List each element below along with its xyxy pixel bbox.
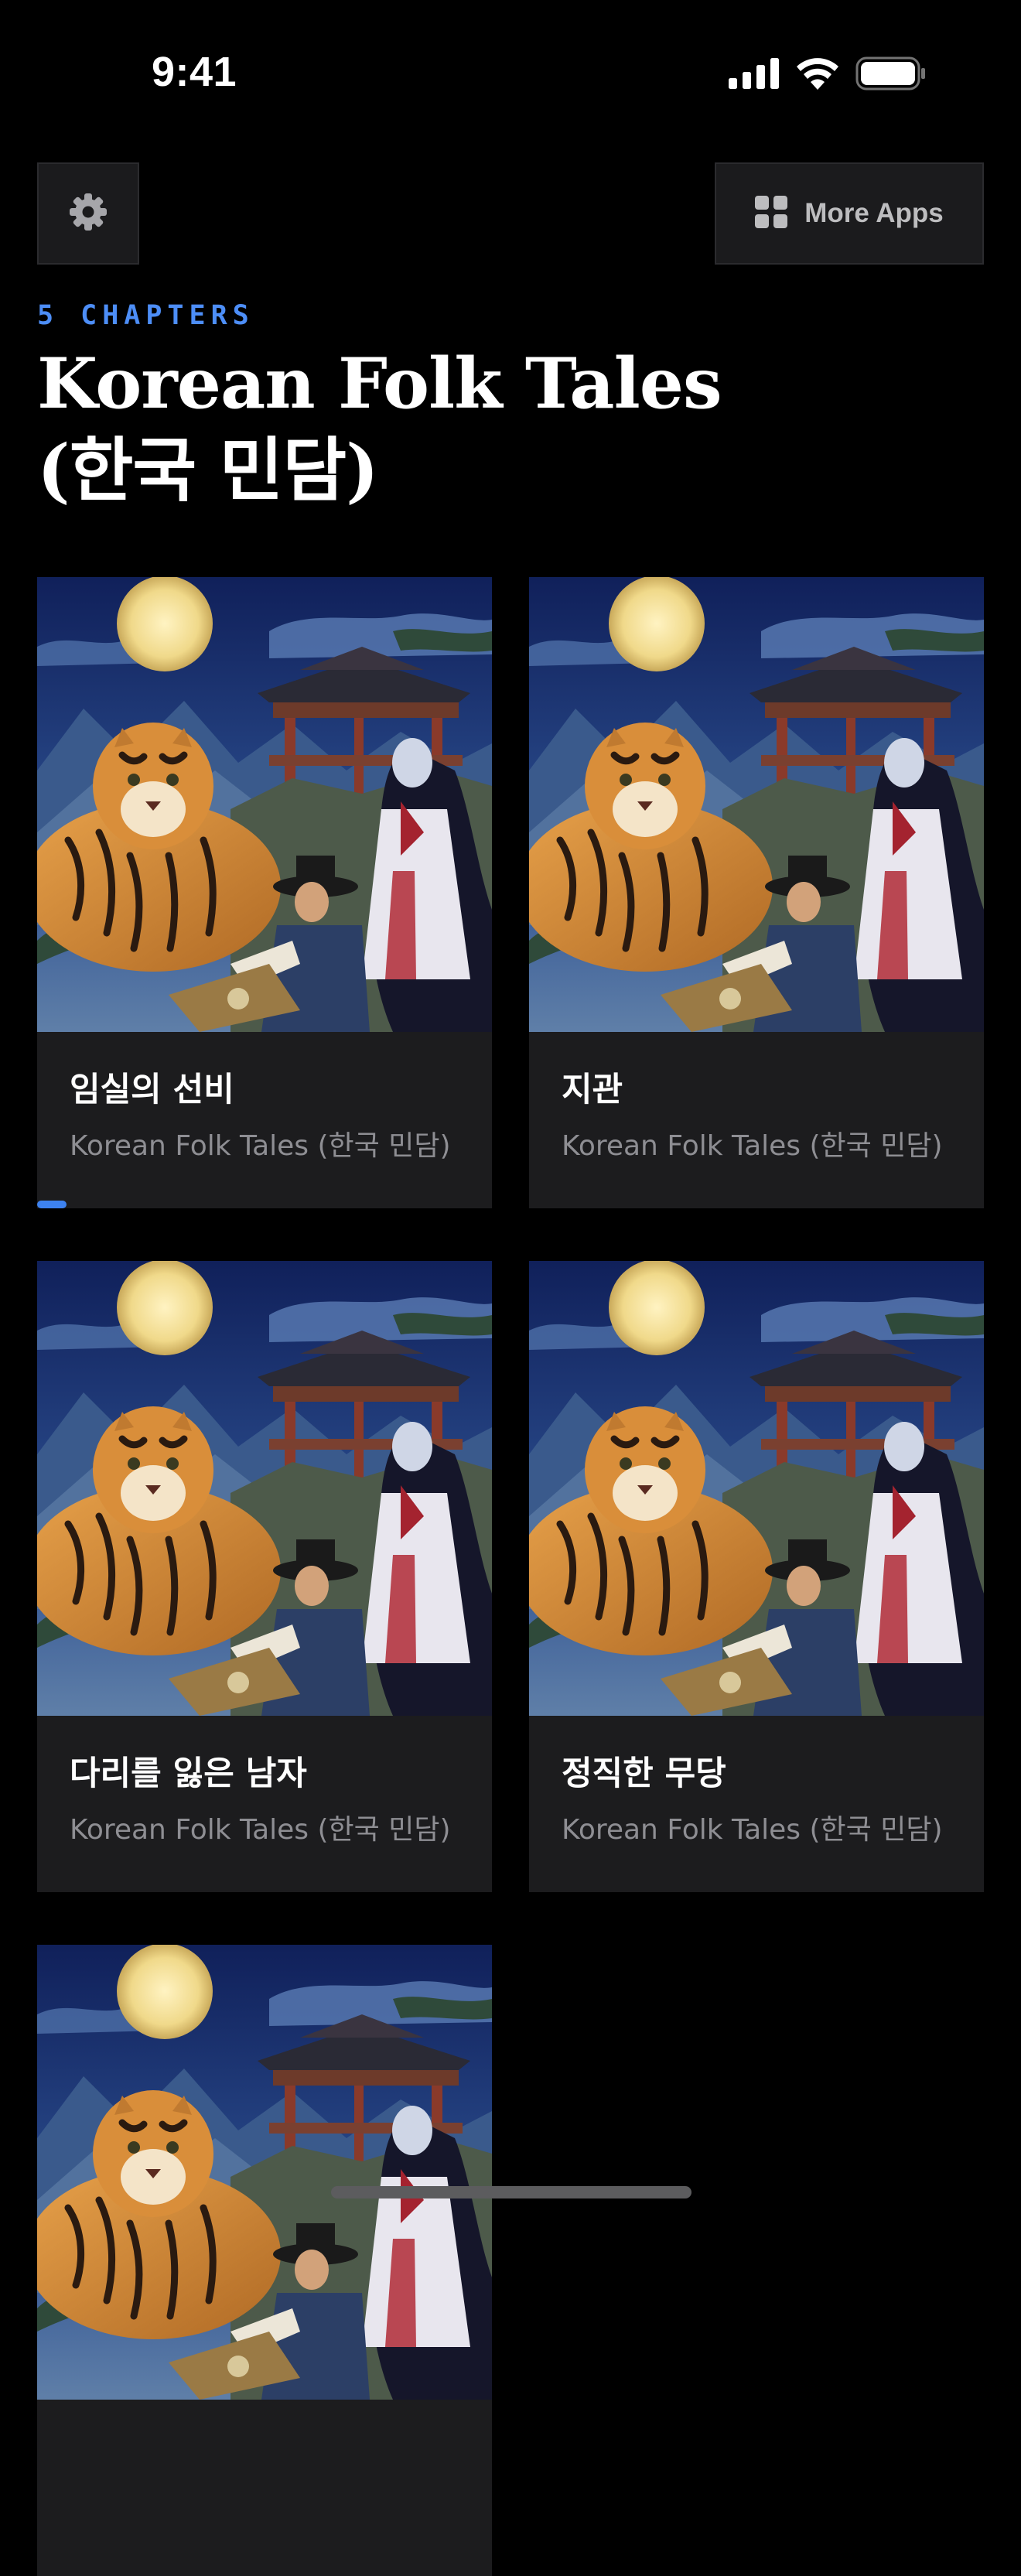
- cellular-signal-icon: [729, 58, 780, 92]
- chapter-title: 다리를 잃은 남자: [70, 1754, 307, 1793]
- chapter-count: 5 CHAPTERS: [37, 300, 254, 331]
- chapter-title: 지관: [562, 1071, 623, 1109]
- wifi-icon: [795, 57, 840, 93]
- page-title-line2: (한국 민담): [37, 429, 379, 511]
- settings-button[interactable]: [37, 162, 139, 265]
- status-time: 9:41: [152, 49, 237, 95]
- chapter-subtitle: Korean Folk Tales (한국 민담): [70, 1814, 451, 1846]
- chapter-cover-image: [37, 577, 492, 1032]
- battery-icon: [855, 56, 927, 94]
- chapter-cover-image: [529, 1261, 984, 1716]
- gear-icon: [68, 192, 108, 235]
- chapter-title: 임실의 선비: [70, 1071, 234, 1109]
- chapter-cover-image: [529, 577, 984, 1032]
- chapter-subtitle: Korean Folk Tales (한국 민담): [70, 1130, 451, 1162]
- chapter-card[interactable]: [37, 1945, 492, 2576]
- page-title: Korean Folk Tales (한국 민담): [37, 340, 811, 514]
- progress-bar: [37, 1201, 492, 1208]
- chapter-subtitle: Korean Folk Tales (한국 민담): [562, 1130, 943, 1162]
- grid-icon: [755, 196, 788, 231]
- chapter-cover-image: [37, 1945, 492, 2400]
- chapter-card[interactable]: 임실의 선비 Korean Folk Tales (한국 민담): [37, 577, 492, 1208]
- page-title-line1: Korean Folk Tales: [37, 343, 722, 425]
- chapter-subtitle: Korean Folk Tales (한국 민담): [562, 1814, 943, 1846]
- chapter-title: 정직한 무당: [562, 1754, 726, 1793]
- chapter-card[interactable]: 다리를 잃은 남자 Korean Folk Tales (한국 민담): [37, 1261, 492, 1892]
- more-apps-label: More Apps: [804, 198, 944, 228]
- more-apps-button[interactable]: More Apps: [715, 162, 984, 265]
- progress-fill: [37, 1201, 67, 1208]
- status-bar: 9:41: [0, 0, 1021, 147]
- home-indicator[interactable]: [331, 2186, 691, 2198]
- chapter-card[interactable]: 정직한 무당 Korean Folk Tales (한국 민담): [529, 1261, 984, 1892]
- chapter-cover-image: [37, 1261, 492, 1716]
- chapter-card[interactable]: 지관 Korean Folk Tales (한국 민담): [529, 577, 984, 1208]
- status-icons: [729, 56, 927, 94]
